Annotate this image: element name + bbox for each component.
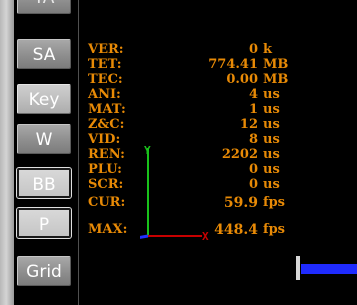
key-button[interactable]: Key bbox=[17, 84, 71, 114]
perf-bar bbox=[301, 264, 357, 274]
stat-unit: us bbox=[263, 102, 280, 117]
stat-unit: MB bbox=[263, 72, 289, 87]
stat-label: CUR: bbox=[88, 195, 126, 210]
stat-value: 774.41 bbox=[208, 57, 258, 72]
stat-label: PLU: bbox=[88, 162, 122, 177]
stat-label: ANI: bbox=[88, 87, 121, 102]
ta-button[interactable]: TA bbox=[17, 0, 71, 14]
z-axis-line bbox=[140, 234, 149, 239]
stat-label: MAT: bbox=[88, 102, 126, 117]
stat-value: 4 bbox=[248, 87, 258, 102]
rail-edge bbox=[0, 0, 14, 305]
stat-unit: us bbox=[263, 87, 280, 102]
stat-label: TET: bbox=[88, 57, 122, 72]
stat-unit: fps bbox=[263, 195, 286, 210]
stat-value: 12 bbox=[239, 117, 258, 132]
stat-label: VID: bbox=[88, 132, 121, 147]
stat-value: 1 bbox=[248, 102, 258, 117]
rail-separator bbox=[78, 0, 79, 305]
stat-unit: fps bbox=[263, 222, 286, 237]
viewport: TA SA Key W BB P Grid VER: 0 k TET: 774.… bbox=[0, 0, 357, 305]
sa-button[interactable]: SA bbox=[17, 39, 71, 69]
stat-label: REN: bbox=[88, 147, 125, 162]
stat-value: 0 bbox=[248, 42, 258, 57]
stat-label: SCR: bbox=[88, 177, 124, 192]
stat-unit: us bbox=[263, 177, 280, 192]
bb-button[interactable]: BB bbox=[16, 167, 72, 199]
stat-label: TEC: bbox=[88, 72, 123, 87]
stat-value: 0.00 bbox=[226, 72, 258, 87]
stat-unit: us bbox=[263, 132, 280, 147]
perf-bar-cap bbox=[296, 256, 300, 280]
stat-label: MAX: bbox=[88, 222, 128, 237]
stat-unit: k bbox=[263, 42, 273, 57]
stat-label: Z&C: bbox=[88, 117, 125, 132]
y-axis-label: Y bbox=[144, 144, 151, 157]
x-axis-label: X bbox=[202, 230, 209, 243]
p-button[interactable]: P bbox=[16, 207, 72, 239]
axis-gizmo: Y X bbox=[140, 144, 209, 243]
grid-button[interactable]: Grid bbox=[17, 256, 71, 286]
stat-unit: MB bbox=[263, 57, 289, 72]
stat-label: VER: bbox=[88, 42, 124, 57]
w-button[interactable]: W bbox=[17, 124, 71, 154]
stat-unit: us bbox=[263, 162, 280, 177]
stat-unit: us bbox=[263, 147, 280, 162]
stat-unit: us bbox=[263, 117, 280, 132]
toolbar-rail: TA SA Key W BB P Grid bbox=[0, 0, 80, 305]
